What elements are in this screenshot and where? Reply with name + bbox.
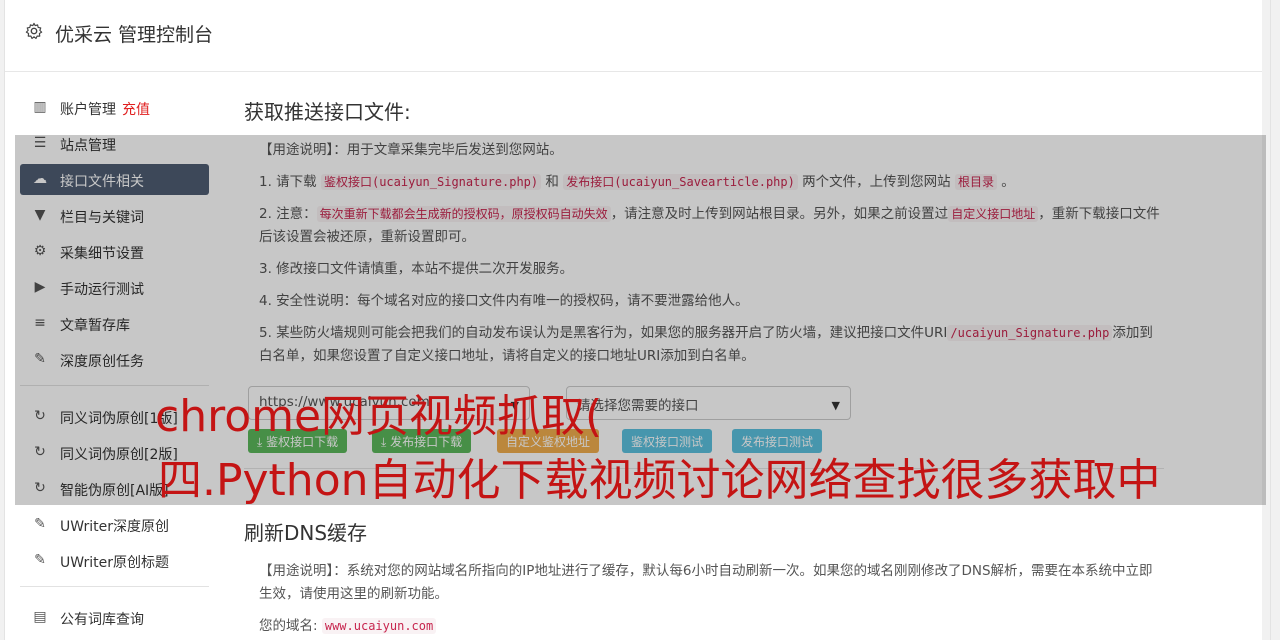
sidebar-item-label: 文章暂存库	[60, 318, 130, 334]
api-select[interactable]: 请选择您需要的接口 ▼	[566, 386, 851, 420]
step-2: 2. 注意： 每次重新下载都会生成新的授权码，原授权码自动失效 ，请注意及时上传到网…	[259, 206, 1160, 245]
publish-file-code: 发布接口(ucaiyun_Savearticle.php)	[563, 174, 798, 190]
sidebar-item-sites[interactable]: ☰ 站点管理	[20, 128, 209, 159]
warning-code: 每次重新下载都会生成新的授权码，原授权码自动失效	[316, 206, 611, 222]
cloud-upload-icon: ☁	[33, 171, 47, 187]
domain-value: www.ucaiyun.com	[321, 618, 437, 634]
chevron-down-icon: ▼	[831, 399, 840, 412]
publish-download-button[interactable]: ⤓ 发布接口下载	[372, 429, 472, 453]
filter-icon: ▼	[34, 207, 46, 223]
book-icon: ▤	[33, 609, 47, 625]
refresh-icon: ↻	[34, 480, 46, 496]
refresh-icon: ↻	[34, 444, 46, 460]
sidebar-item-label: UWriter原创标题	[60, 555, 169, 571]
sidebar-item-label: 同义词伪原创[1版]	[60, 411, 178, 427]
database-icon: ≡	[34, 315, 46, 331]
sidebar-item-label: 采集细节设置	[60, 246, 144, 262]
step-1: 1. 请下载 鉴权接口(ucaiyun_Signature.php) 和 发布接…	[259, 174, 1015, 190]
sign-test-button[interactable]: 鉴权接口测试	[622, 429, 713, 453]
sidebar-item-label: 站点管理	[60, 138, 116, 154]
server-icon: ☰	[33, 135, 47, 151]
sidebar-divider	[20, 385, 209, 386]
sidebar-item-synonym-v1[interactable]: ↻ 同义词伪原创[1版]	[20, 401, 209, 432]
domain-line: 您的域名: www.ucaiyun.com	[259, 615, 1164, 638]
step-5: 5. 某些防火墙规则可能会把我们的自动发布误认为是黑客行为，如果您的服务器开启了…	[259, 325, 1153, 364]
step-4: 4. 安全性说明：每个域名对应的接口文件内有唯一的授权码，请不要泄露给他人。	[259, 293, 749, 309]
sidebar-item-uwriter-deep[interactable]: ✎ UWriter深度原创	[20, 509, 209, 540]
page-title: 优采云 管理控制台	[55, 24, 214, 46]
sign-file-code: 鉴权接口(ucaiyun_Signature.php)	[320, 174, 542, 190]
sidebar-item-label: 深度原创任务	[60, 354, 144, 370]
usage-text: 【用途说明】：用于文章采集完毕后发送到您网站。	[259, 142, 563, 158]
cogs-icon: ⚙	[33, 243, 47, 259]
custom-url-code: 自定义接口地址	[948, 206, 1039, 222]
sidebar-item-label: 智能伪原创[AI版]	[60, 483, 169, 499]
sidebar-item-uwriter-title[interactable]: ✎ UWriter原创标题	[20, 545, 209, 576]
sign-download-button[interactable]: ⤓ 鉴权接口下载	[248, 429, 348, 453]
sidebar-item-label: 公有词库查询	[60, 612, 144, 628]
section-title: 获取推送接口文件:	[244, 100, 411, 124]
select-row: https://www.ucaiyun.com ▼ 请选择您需要的接口 ▼	[244, 386, 1164, 420]
usage-text: 【用途说明】：系统对您的网站域名所指向的IP地址进行了缓存，默认每6小时自动刷新…	[259, 563, 1153, 602]
section-title: 刷新DNS缓存	[244, 521, 368, 545]
sidebar-item-label: 接口文件相关	[60, 174, 144, 190]
page-header: 优采云 管理控制台	[5, 0, 1270, 72]
gear-icon	[25, 22, 43, 40]
sidebar-item-manual-test[interactable]: ▶ 手动运行测试	[20, 272, 209, 303]
uri-code: /ucaiyun_Signature.php	[947, 325, 1113, 341]
sidebar-divider	[20, 586, 209, 587]
play-circle-icon: ▶	[34, 279, 46, 295]
dns-cache-section: 刷新DNS缓存 【用途说明】：系统对您的网站域名所指向的IP地址进行了缓存，默认…	[244, 517, 1164, 640]
interface-files-section: 获取推送接口文件: 【用途说明】：用于文章采集完毕后发送到您网站。 1. 请下载…	[244, 96, 1164, 469]
step-3: 3. 修改接口文件请慎重，本站不提供二次开发服务。	[259, 261, 574, 277]
sidebar: ▥ 账户管理 充值 ☰ 站点管理 ☁ 接口文件相关 ▼ 栏目与关键词 ⚙ 采集细节…	[20, 92, 209, 638]
sidebar-item-label: 栏目与关键词	[60, 210, 144, 226]
edit-icon: ✎	[34, 351, 46, 367]
site-select[interactable]: https://www.ucaiyun.com ▼	[248, 386, 530, 420]
sidebar-item-interface-files[interactable]: ☁ 接口文件相关	[20, 164, 209, 195]
recharge-link[interactable]: 充值	[122, 102, 150, 118]
section-divider	[244, 468, 1164, 469]
sidebar-item-label: 同义词伪原创[2版]	[60, 447, 178, 463]
bar-chart-icon: ▥	[33, 99, 47, 115]
chevron-down-icon: ▼	[510, 399, 519, 412]
sidebar-item-public-lexicon[interactable]: ▤ 公有词库查询	[20, 602, 209, 633]
sidebar-item-deep-original[interactable]: ✎ 深度原创任务	[20, 344, 209, 375]
custom-sign-url-button[interactable]: 自定义鉴权地址	[497, 429, 600, 453]
sidebar-item-synonym-v2[interactable]: ↻ 同义词伪原创[2版]	[20, 437, 209, 468]
button-row: ⤓ 鉴权接口下载 ⤓ 发布接口下载 自定义鉴权地址 鉴权接口测试 发布接口测试	[244, 429, 1164, 455]
edit-icon: ✎	[34, 552, 46, 568]
publish-test-button[interactable]: 发布接口测试	[732, 429, 823, 453]
sidebar-item-columns-keywords[interactable]: ▼ 栏目与关键词	[20, 200, 209, 231]
sidebar-item-label: 账户管理 充值	[60, 102, 150, 118]
edit-icon: ✎	[34, 516, 46, 532]
sidebar-item-account[interactable]: ▥ 账户管理 充值	[20, 92, 209, 123]
scrollbar[interactable]	[1262, 0, 1270, 640]
sidebar-item-collect-settings[interactable]: ⚙ 采集细节设置	[20, 236, 209, 267]
refresh-icon: ↻	[34, 408, 46, 424]
sidebar-item-label: UWriter深度原创	[60, 519, 169, 535]
root-dir-code: 根目录	[954, 174, 997, 190]
sidebar-item-article-storage[interactable]: ≡ 文章暂存库	[20, 308, 209, 339]
sidebar-item-ai-rewrite[interactable]: ↻ 智能伪原创[AI版]	[20, 473, 209, 504]
sidebar-item-label: 手动运行测试	[60, 282, 144, 298]
